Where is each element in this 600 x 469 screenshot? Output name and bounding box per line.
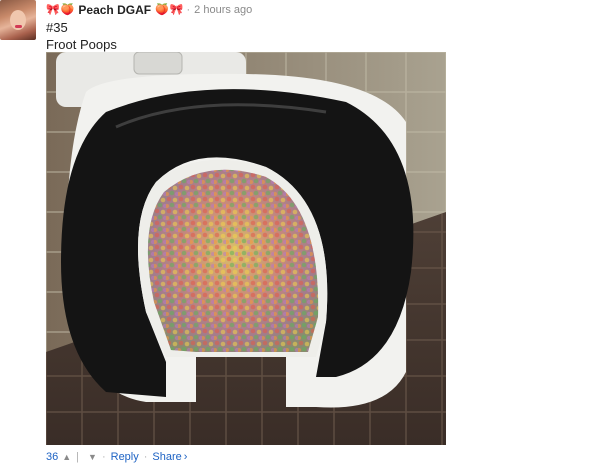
post-image[interactable]	[46, 52, 446, 445]
post-number: #35	[46, 20, 68, 35]
separator-dot: ·	[101, 451, 106, 463]
reply-link[interactable]: Reply	[111, 451, 139, 463]
separator-dot: ·	[143, 451, 148, 463]
bow-icon: 🎀	[169, 3, 184, 16]
separator-dot: ·	[186, 4, 191, 16]
avatar[interactable]	[0, 0, 36, 40]
toilet-photo	[46, 52, 446, 445]
bow-icon: 🎀	[46, 3, 60, 16]
post-caption: Froot Poops	[46, 37, 117, 52]
upvote-icon[interactable]: ▲	[62, 452, 71, 462]
avatar-lips	[15, 25, 22, 28]
share-arrow-icon: ›	[183, 451, 188, 463]
share-link[interactable]: Share	[152, 451, 181, 463]
author-name[interactable]: Peach DGAF	[78, 3, 151, 17]
separator: |	[76, 451, 80, 463]
peach-icon: 🍑	[155, 3, 169, 16]
peach-icon: 🍑	[60, 3, 75, 16]
post-actions: 36 ▲ | ▼ · Reply · Share ›	[46, 451, 187, 463]
post-header: 🎀 🍑 Peach DGAF 🍑 🎀 · 2 hours ago	[46, 3, 252, 17]
post-timestamp[interactable]: 2 hours ago	[194, 4, 252, 16]
downvote-icon[interactable]: ▼	[88, 452, 97, 462]
vote-count: 36	[46, 451, 59, 463]
